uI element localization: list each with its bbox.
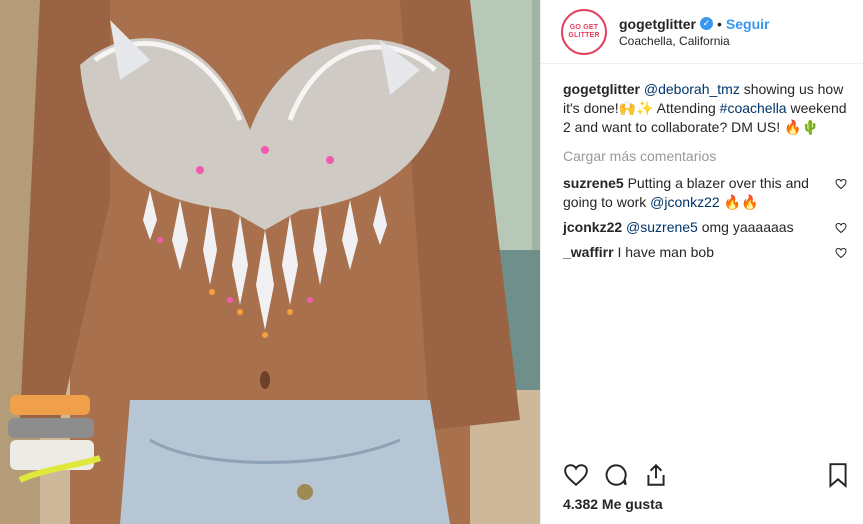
comment-text: jconkz22 @suzrene5 omg yaaaaaas (563, 218, 823, 237)
share-icon[interactable] (643, 462, 669, 488)
location-link[interactable]: Coachella, California (619, 34, 769, 48)
comments-section: gogetglitter @deborah_tmz showing us how… (541, 64, 863, 262)
avatar[interactable]: GO GET GLITTER (561, 8, 607, 55)
comment-author[interactable]: jconkz22 (563, 219, 622, 235)
load-more-comments[interactable]: Cargar más comentarios (563, 147, 847, 166)
comment-text: suzrene5 Putting a blazer over this and … (563, 174, 823, 212)
post-photo[interactable] (0, 0, 540, 524)
comment-item: _waffirr I have man bob (563, 243, 847, 262)
comment-body: omg yaaaaaas (697, 219, 794, 235)
separator-dot: • (717, 15, 722, 32)
bookmark-icon[interactable] (825, 462, 851, 488)
comment-body: I have man bob (617, 244, 714, 260)
small-heart-icon[interactable] (835, 247, 847, 259)
caption-mention[interactable]: @deborah_tmz (644, 81, 740, 97)
comment-mention[interactable]: @jconkz22 (650, 194, 719, 210)
small-heart-icon[interactable] (835, 178, 847, 190)
heart-icon[interactable] (563, 462, 589, 488)
comment-emoji: 🔥🔥 (719, 194, 759, 210)
follow-button[interactable]: Seguir (726, 16, 770, 32)
header-row: gogetglitter ✓ • Seguir (619, 16, 769, 32)
post-header: GO GET GLITTER gogetglitter ✓ • Seguir C… (541, 0, 863, 64)
caption-text-2: Attending (653, 100, 720, 116)
comment-mention[interactable]: @suzrene5 (626, 219, 698, 235)
small-heart-icon[interactable] (835, 222, 847, 234)
username[interactable]: gogetglitter (619, 16, 696, 32)
caption-hashtag[interactable]: #coachella (720, 100, 787, 116)
caption-emoji-2: 🔥🌵 (784, 119, 819, 135)
caption-emoji-1: 🙌✨ (618, 100, 654, 116)
caption-author[interactable]: gogetglitter (563, 81, 640, 97)
action-bar (563, 460, 851, 490)
comment-author[interactable]: _waffirr (563, 244, 614, 260)
verified-icon: ✓ (700, 17, 713, 30)
comment-text: _waffirr I have man bob (563, 243, 823, 262)
avatar-text: GO GET GLITTER (568, 23, 600, 39)
header-text: gogetglitter ✓ • Seguir Coachella, Calif… (619, 16, 769, 48)
likes-count[interactable]: 4.382 Me gusta (563, 496, 663, 512)
comment-icon[interactable] (603, 462, 629, 488)
photo-illustration (0, 0, 540, 524)
instagram-post: GO GET GLITTER gogetglitter ✓ • Seguir C… (0, 0, 863, 524)
comment-author[interactable]: suzrene5 (563, 175, 624, 191)
post-sidebar: GO GET GLITTER gogetglitter ✓ • Seguir C… (540, 0, 863, 524)
caption: gogetglitter @deborah_tmz showing us how… (563, 80, 847, 137)
comment-item: jconkz22 @suzrene5 omg yaaaaaas (563, 218, 847, 237)
comment-item: suzrene5 Putting a blazer over this and … (563, 174, 847, 212)
